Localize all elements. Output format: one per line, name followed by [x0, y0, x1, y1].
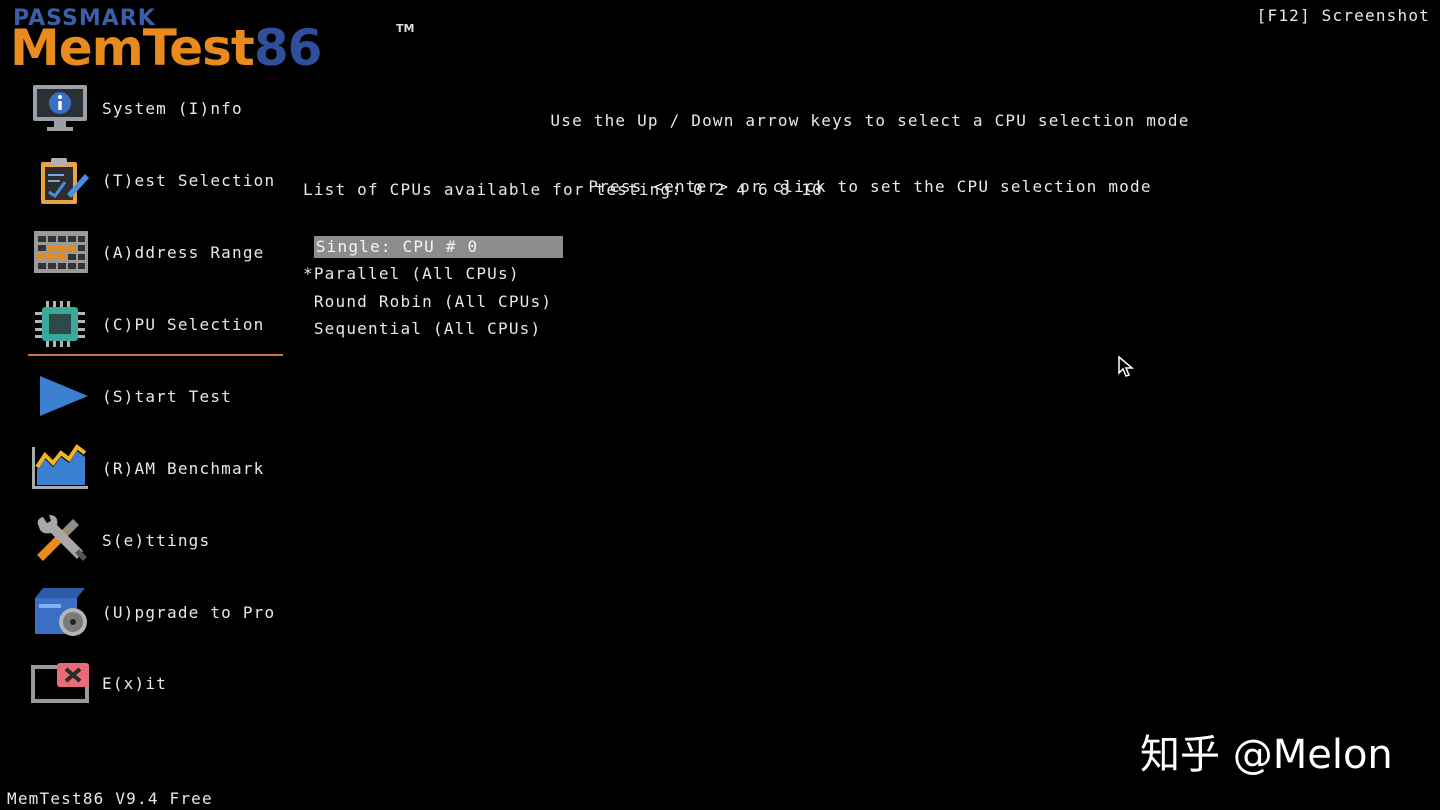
trademark-symbol: TM: [396, 22, 415, 35]
option-label: Sequential (All CPUs): [313, 319, 542, 338]
option-sequential[interactable]: Sequential (All CPUs): [303, 318, 541, 340]
cpu-list-label: List of CPUs available for testing: 0 2 …: [303, 180, 823, 199]
sidebar-item-label: System (I)nfo: [102, 98, 243, 118]
sidebar-item-system-info[interactable]: System (I)nfo: [28, 78, 284, 138]
sidebar-item-label: (R)AM Benchmark: [102, 458, 265, 478]
wrench-screwdriver-icon: [28, 513, 92, 567]
play-icon: [28, 369, 92, 423]
cpu-icon: [28, 297, 92, 351]
sidebar-item-label: (A)ddress Range: [102, 242, 265, 262]
sidebar-item-label: E(x)it: [102, 673, 167, 693]
option-marker: [303, 319, 314, 338]
sidebar-item-label: (T)est Selection: [102, 170, 276, 190]
sidebar-item-start-test[interactable]: (S)tart Test: [28, 366, 284, 426]
benchmark-chart-icon: [28, 441, 92, 495]
sidebar-item-label: (U)pgrade to Pro: [102, 602, 276, 622]
sidebar-item-label: (S)tart Test: [102, 386, 232, 406]
option-label: Parallel (All CPUs): [313, 264, 520, 283]
sidebar-item-test-selection[interactable]: (T)est Selection: [28, 150, 284, 210]
sidebar-item-cpu-selection[interactable]: (C)PU Selection: [28, 294, 284, 354]
sidebar-item-upgrade[interactable]: (U)pgrade to Pro: [28, 582, 284, 642]
option-marker: [303, 292, 314, 311]
address-range-icon: [28, 225, 92, 279]
option-label: Round Robin (All CPUs): [313, 292, 553, 311]
instructions: Use the Up / Down arrow keys to select a…: [300, 72, 1440, 223]
option-parallel[interactable]: *Parallel (All CPUs): [303, 263, 520, 285]
sidebar-item-label: (C)PU Selection: [102, 314, 265, 334]
exit-icon: [28, 656, 92, 710]
sidebar-item-address-range[interactable]: (A)ddress Range: [28, 222, 284, 282]
system-info-icon: [28, 81, 92, 135]
sidebar-item-ram-benchmark[interactable]: (R)AM Benchmark: [28, 438, 284, 498]
option-marker: *: [303, 264, 314, 283]
watermark: 知乎 @Melon: [1140, 732, 1393, 778]
upgrade-box-icon: [28, 585, 92, 639]
screenshot-hint[interactable]: [F12] Screenshot: [1257, 6, 1430, 25]
active-item-underline: [28, 354, 283, 356]
instruction-line-1: Use the Up / Down arrow keys to select a…: [550, 111, 1190, 130]
sidebar-item-label: S(e)ttings: [102, 530, 211, 550]
option-single-cpu[interactable]: Single: CPU # 0: [303, 236, 563, 258]
sidebar-item-settings[interactable]: S(e)ttings: [28, 510, 284, 570]
memtest86-logo: PASSMARK MemTest86 TM: [10, 4, 420, 77]
memtest86-logo-text: MemTest86: [10, 19, 322, 77]
sidebar-item-exit[interactable]: E(x)it: [28, 653, 284, 713]
mouse-cursor-icon: [1117, 355, 1137, 383]
test-selection-icon: [28, 153, 92, 207]
option-round-robin[interactable]: Round Robin (All CPUs): [303, 291, 552, 313]
option-label: Single: CPU # 0: [313, 236, 563, 258]
version-label: MemTest86 V9.4 Free: [7, 789, 213, 808]
option-marker: [303, 237, 314, 256]
